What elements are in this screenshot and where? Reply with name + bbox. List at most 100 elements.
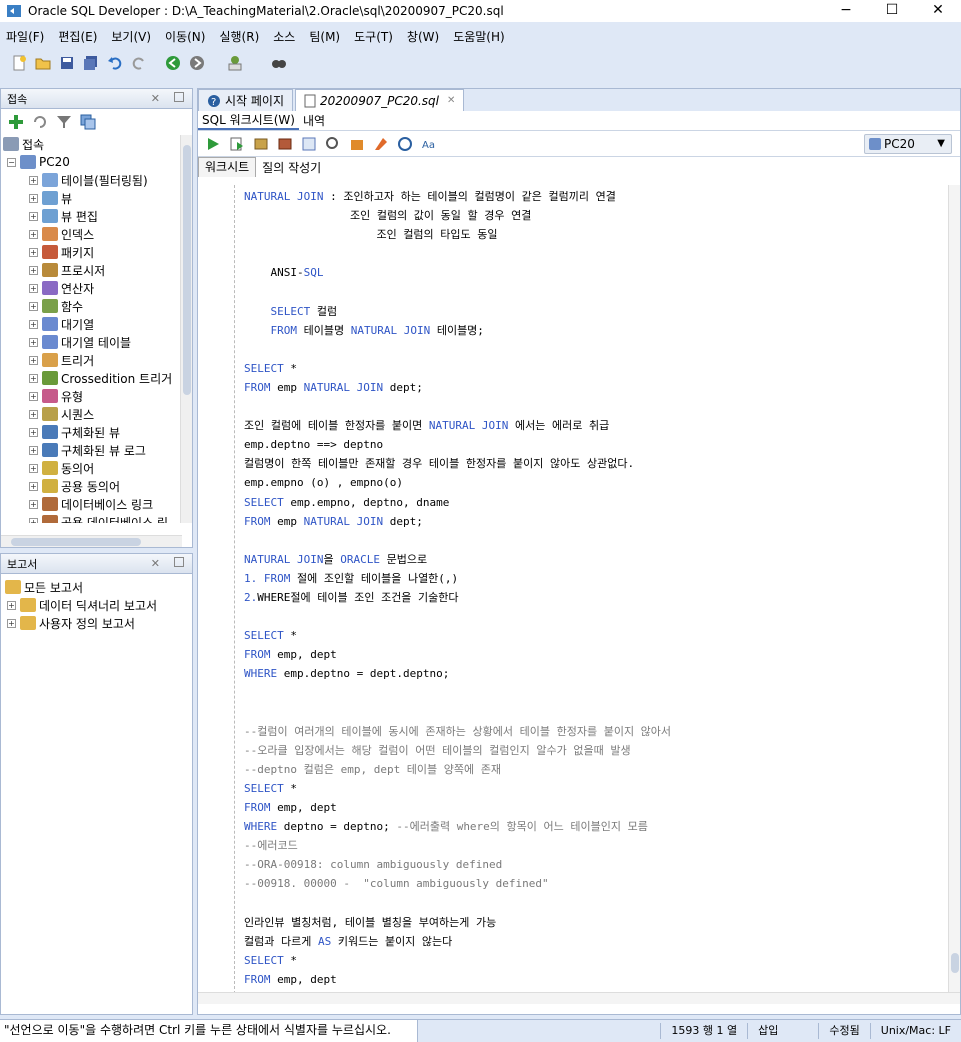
expand-icon[interactable]: + [29, 517, 38, 523]
redo-icon[interactable] [130, 54, 148, 72]
expand-icon[interactable]: + [29, 427, 38, 437]
code-line[interactable]: SELECT emp.empno, deptno, dname [244, 493, 940, 512]
expand-icon[interactable]: + [29, 193, 38, 203]
tree-item[interactable]: + 동의어 [1, 459, 192, 477]
expand-icon[interactable]: + [29, 247, 38, 257]
tab-sql-worksheet[interactable]: SQL 워크시트(W) [198, 111, 299, 130]
tree-item[interactable]: + 프로시저 [1, 261, 192, 279]
menu-view[interactable]: 보기(V) [111, 28, 151, 45]
code-line[interactable]: SELECT * [244, 626, 940, 645]
back-icon[interactable] [164, 54, 182, 72]
menu-edit[interactable]: 편집(E) [58, 28, 97, 45]
code-line[interactable]: 조인 컬럼의 값이 동일 할 경우 연결 [244, 206, 940, 225]
tree-item[interactable]: + 트리거 [1, 351, 192, 369]
code-line[interactable]: NATURAL JOIN을 ORACLE 문법으로 [244, 550, 940, 569]
tab-query-builder[interactable]: 질의 작성기 [256, 159, 327, 176]
code-line[interactable]: emp.empno (o) , empno(o) [244, 473, 940, 492]
close-button[interactable]: ✕ [915, 0, 961, 22]
code-line[interactable]: 컬럼과 다르게 AS 키워드는 붙이지 않는다 [244, 932, 940, 951]
tree-item[interactable]: + 인덱스 [1, 225, 192, 243]
minimize-panel-icon[interactable] [174, 92, 184, 102]
tree-item[interactable]: + 함수 [1, 297, 192, 315]
code-line[interactable]: 컬럼명이 한쪽 테이블만 존재할 경우 테이블 한정자를 붙이지 않아도 상관없… [244, 454, 940, 473]
code-line[interactable]: --00918. 00000 - "column ambiguously def… [244, 874, 940, 893]
expand-icon[interactable]: + [7, 600, 16, 610]
code-line[interactable]: SELECT * [244, 779, 940, 798]
code-line[interactable]: NATURAL JOIN : 조인하고자 하는 테이블의 컬럼명이 같은 컬럼끼… [244, 187, 940, 206]
code-line[interactable]: FROM emp NATURAL JOIN dept; [244, 512, 940, 531]
clear-icon[interactable] [372, 135, 390, 153]
close-tab-icon[interactable]: ✕ [447, 95, 455, 106]
tree-item[interactable]: + 연산자 [1, 279, 192, 297]
minimize-panel-icon[interactable] [174, 557, 184, 567]
code-line[interactable]: SELECT 컬럼 [244, 302, 940, 321]
tree-item[interactable]: + 공용 동의어 [1, 477, 192, 495]
expand-icon[interactable]: + [29, 391, 38, 401]
schema-browser-icon[interactable] [79, 113, 97, 131]
menu-window[interactable]: 창(W) [407, 28, 439, 45]
expand-icon[interactable]: + [29, 301, 38, 311]
history-icon[interactable] [396, 135, 414, 153]
editor-vertical-scrollbar[interactable] [948, 185, 960, 1004]
code-text[interactable]: NATURAL JOIN : 조인하고자 하는 테이블의 컬럼명이 같은 컬럼끼… [244, 187, 940, 1008]
report-user-defined[interactable]: + 사용자 정의 보고서 [1, 614, 192, 632]
menu-team[interactable]: 팀(M) [309, 28, 340, 45]
tab-history[interactable]: 내역 [299, 112, 329, 129]
sql-worksheet-icon[interactable] [226, 54, 244, 72]
tree-connection[interactable]: − PC20 [1, 153, 192, 171]
add-connection-icon[interactable] [7, 113, 25, 131]
code-line[interactable]: 조인 컬럼에 테이블 한정자를 붙이면 NATURAL JOIN 에서는 에러로… [244, 416, 940, 435]
code-line[interactable] [244, 683, 940, 702]
save-all-icon[interactable] [82, 54, 100, 72]
expand-icon[interactable]: + [29, 283, 38, 293]
menu-help[interactable]: 도움말(H) [453, 28, 505, 45]
expand-icon[interactable]: + [29, 175, 38, 185]
tree-item[interactable]: + 유형 [1, 387, 192, 405]
code-line[interactable] [244, 893, 940, 912]
run-script-icon[interactable] [228, 135, 246, 153]
tree-item[interactable]: + 패키지 [1, 243, 192, 261]
tree-item[interactable]: + 시퀀스 [1, 405, 192, 423]
expand-icon[interactable]: + [29, 373, 38, 383]
code-line[interactable]: FROM emp, dept [244, 798, 940, 817]
refresh-icon[interactable] [31, 113, 49, 131]
code-line[interactable]: WHERE emp.deptno = dept.deptno; [244, 664, 940, 683]
code-line[interactable] [244, 531, 940, 550]
code-line[interactable] [244, 397, 940, 416]
tree-item[interactable]: + 대기열 테이블 [1, 333, 192, 351]
code-line[interactable]: --컬럼이 여러개의 테이블에 동시에 존재하는 상황에서 테이블 한정자를 붙… [244, 722, 940, 741]
tree-item[interactable]: + 데이터베이스 링크 [1, 495, 192, 513]
sql-code-editor[interactable]: NATURAL JOIN : 조인하고자 하는 테이블의 컬럼명이 같은 컬럼끼… [198, 185, 960, 1005]
code-line[interactable]: SELECT * [244, 359, 940, 378]
code-line[interactable]: 조인 컬럼의 타입도 동일 [244, 225, 940, 244]
tree-item[interactable]: + 구체화된 뷰 [1, 423, 192, 441]
expand-icon[interactable]: + [29, 409, 38, 419]
code-line[interactable]: --오라클 입장에서는 해당 컬럼이 어떤 테이블의 컬럼인지 알수가 없을때 … [244, 741, 940, 760]
connection-select[interactable]: PC20 ▼ [864, 134, 952, 154]
minimize-button[interactable]: − [823, 0, 869, 22]
expand-icon[interactable]: + [7, 618, 16, 628]
explain-plan-icon[interactable] [300, 135, 318, 153]
save-icon[interactable] [58, 54, 76, 72]
code-line[interactable] [244, 703, 940, 722]
open-folder-icon[interactable] [34, 54, 52, 72]
tree-horizontal-scrollbar[interactable] [1, 535, 182, 547]
expand-icon[interactable]: + [29, 265, 38, 275]
collapse-icon[interactable]: − [7, 157, 16, 167]
format-case-icon[interactable]: Aa [420, 135, 438, 153]
tree-item[interactable]: + 구체화된 뷰 로그 [1, 441, 192, 459]
close-panel-icon[interactable]: ✕ [151, 92, 160, 105]
expand-icon[interactable]: + [29, 499, 38, 509]
expand-icon[interactable]: + [29, 337, 38, 347]
code-line[interactable] [244, 607, 940, 626]
find-db-object-icon[interactable] [270, 54, 288, 72]
tree-item[interactable]: + 공용 데이터베이스 링 [1, 513, 192, 523]
undo-icon[interactable] [106, 54, 124, 72]
tree-item[interactable]: + 테이블(필터링됨) [1, 171, 192, 189]
close-panel-icon[interactable]: ✕ [151, 557, 160, 570]
tree-item[interactable]: + 뷰 [1, 189, 192, 207]
forward-icon[interactable] [188, 54, 206, 72]
tree-item[interactable]: + Crossedition 트리거 [1, 369, 192, 387]
code-line[interactable]: FROM 테이블명 NATURAL JOIN 테이블명; [244, 321, 940, 340]
code-line[interactable] [244, 340, 940, 359]
